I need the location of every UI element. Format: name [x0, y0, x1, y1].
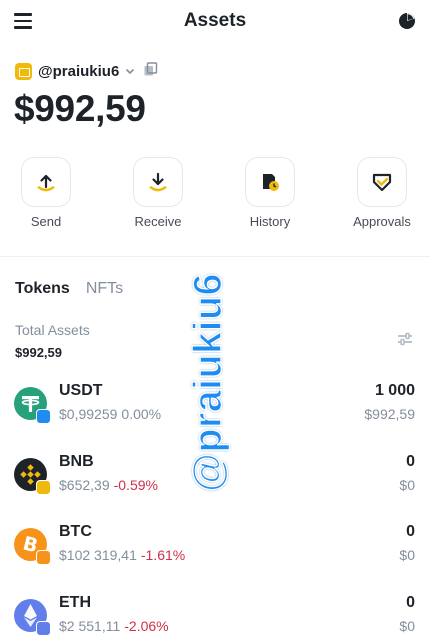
token-amount: 1 000: [374, 382, 415, 399]
send-label: Send: [30, 214, 62, 229]
token-symbol: ETH: [59, 594, 91, 611]
wallet-icon: [15, 62, 32, 80]
send-icon: [21, 157, 71, 207]
history-button[interactable]: History: [237, 157, 303, 229]
account-name: @praiukiu6: [38, 62, 120, 80]
chain-badge-icon: [36, 550, 51, 565]
token-fiat-value: $0: [399, 618, 415, 634]
eth-logo-icon: [14, 599, 51, 636]
chain-badge-icon: [36, 480, 51, 495]
token-symbol: BTC: [59, 523, 92, 540]
send-button[interactable]: Send: [13, 157, 79, 229]
token-symbol: BNB: [59, 453, 94, 470]
receive-label: Receive: [134, 214, 182, 229]
token-price: $0,99259: [59, 406, 118, 422]
history-label: History: [249, 214, 291, 229]
chain-badge-icon: [36, 621, 51, 636]
receive-icon: [133, 157, 183, 207]
total-balance: $992,59: [14, 88, 146, 129]
receive-button[interactable]: Receive: [125, 157, 191, 229]
total-assets-value: $992,59: [15, 345, 62, 360]
token-fiat-value: $992,59: [364, 406, 415, 422]
token-amount: 0: [406, 523, 415, 540]
bnb-logo-icon: [14, 458, 51, 495]
total-assets-label: Total Assets: [15, 322, 90, 338]
token-fiat-value: $0: [399, 477, 415, 493]
token-price-line: $652,39 -0.59%: [59, 477, 158, 493]
token-price-line: $2 551,11 -2.06%: [59, 618, 169, 634]
token-amount: 0: [406, 594, 415, 611]
section-divider: [0, 256, 430, 257]
token-price: $2 551,11: [59, 618, 121, 634]
asset-tabs: Tokens NFTs: [15, 280, 123, 298]
chevron-down-icon: [126, 68, 135, 75]
btc-logo-icon: B: [14, 528, 51, 565]
token-price: $652,39: [59, 477, 110, 493]
token-change: 0.00%: [121, 406, 162, 422]
tab-tokens[interactable]: Tokens: [15, 280, 70, 298]
token-price-line: $0,99259 0.00%: [59, 406, 161, 422]
quick-actions: Send Receive History Approvals: [0, 157, 430, 237]
token-change: -0.59%: [113, 477, 158, 493]
approvals-label: Approvals: [353, 214, 411, 229]
token-change: -2.06%: [124, 618, 169, 634]
app-header: Assets: [0, 0, 430, 44]
approvals-button[interactable]: Approvals: [349, 157, 415, 229]
pie-chart-icon[interactable]: [398, 12, 416, 30]
token-price: $102 319,41: [59, 547, 137, 563]
page-title: Assets: [183, 10, 247, 31]
account-selector[interactable]: @praiukiu6: [15, 60, 136, 82]
token-symbol: USDT: [59, 382, 103, 399]
chain-badge-icon: [36, 409, 51, 424]
watermark-text: @praiukiu6: [185, 272, 231, 492]
token-price-line: $102 319,41 -1.61%: [59, 547, 185, 563]
token-change: -1.61%: [140, 547, 186, 563]
history-icon: [245, 157, 295, 207]
usdt-logo-icon: [14, 387, 51, 424]
token-row-eth[interactable]: ETH $2 551,11 -2.06% 0 $0: [0, 594, 430, 640]
filter-sliders-icon[interactable]: [396, 330, 414, 348]
tab-nfts[interactable]: NFTs: [86, 280, 123, 298]
token-row-btc[interactable]: B BTC $102 319,41 -1.61% 0 $0: [0, 523, 430, 581]
approvals-icon: [357, 157, 407, 207]
token-amount: 0: [406, 453, 415, 470]
token-fiat-value: $0: [399, 547, 415, 563]
copy-icon[interactable]: [143, 62, 158, 77]
